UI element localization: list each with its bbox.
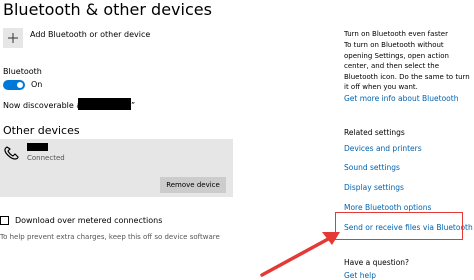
metered-checkbox[interactable] xyxy=(0,216,9,225)
redacted-device-name xyxy=(78,98,131,110)
other-devices-heading: Other devices xyxy=(3,124,80,137)
plus-icon xyxy=(8,33,18,43)
tip-line: opening Settings, open action xyxy=(344,51,449,60)
add-device-button[interactable] xyxy=(3,28,23,48)
remove-device-button[interactable]: Remove device xyxy=(160,177,226,193)
tip-heading: Turn on Bluetooth even faster xyxy=(344,30,448,38)
page-title: Bluetooth & other devices xyxy=(3,0,212,19)
more-info-link[interactable]: Get more info about Bluetooth xyxy=(344,94,458,103)
toggle-state-label: On xyxy=(31,80,43,89)
tip-line: To turn on Bluetooth without xyxy=(344,41,444,49)
bluetooth-toggle[interactable] xyxy=(3,80,25,90)
metered-label[interactable]: Download over metered connections xyxy=(15,216,162,225)
sound-settings-link[interactable]: Sound settings xyxy=(344,163,400,172)
question-heading: Have a question? xyxy=(344,258,410,267)
discoverable-suffix: ” xyxy=(131,101,136,110)
display-settings-link[interactable]: Display settings xyxy=(344,183,404,192)
highlight-box xyxy=(335,212,463,240)
bluetooth-label: Bluetooth xyxy=(3,67,42,76)
phone-icon xyxy=(4,145,20,164)
related-settings-heading: Related settings xyxy=(344,128,405,137)
toggle-knob xyxy=(17,82,23,88)
devices-printers-link[interactable]: Devices and printers xyxy=(344,144,422,153)
redacted-device-title xyxy=(27,143,48,151)
tip-line: Bluetooth icon. Do the same to turn xyxy=(344,72,470,81)
add-device-label[interactable]: Add Bluetooth or other device xyxy=(30,30,150,39)
metered-help-text: To help prevent extra charges, keep this… xyxy=(0,233,220,241)
tip-line: it off when you want. xyxy=(344,83,418,91)
device-status: Connected xyxy=(27,154,65,162)
more-bluetooth-options-link[interactable]: More Bluetooth options xyxy=(344,203,431,212)
tip-line: center, and then select the xyxy=(344,62,440,70)
